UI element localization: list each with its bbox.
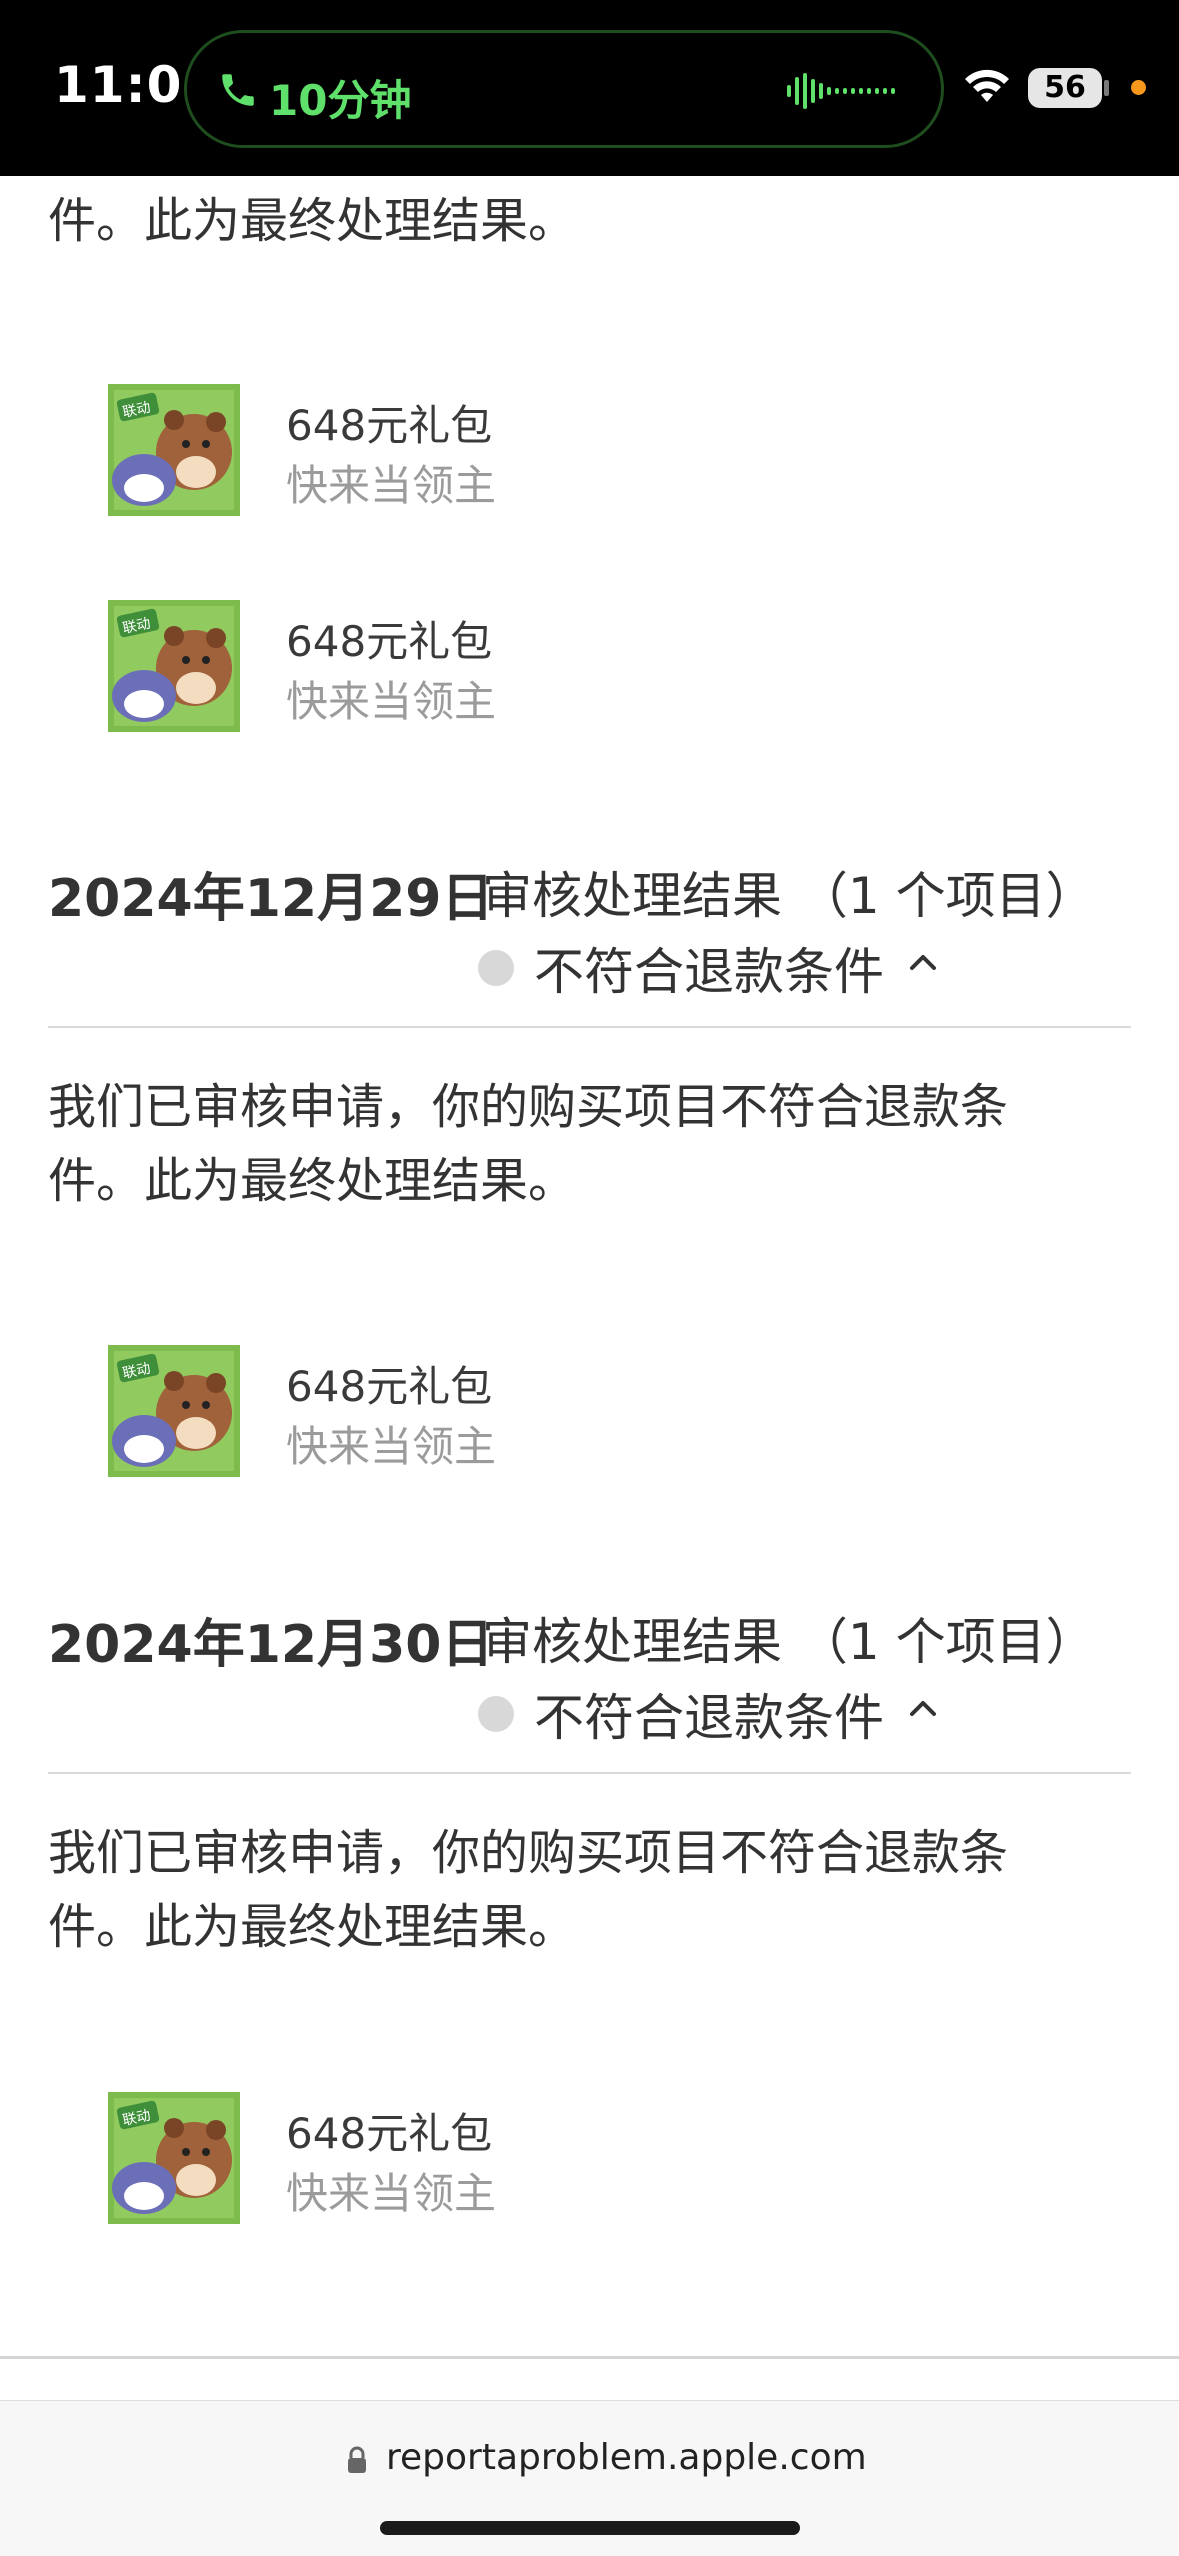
message-text: 我们已审核申请，你的购买项目不符合退款条 件。此为最终处理结果。 [48,1816,1138,1964]
chevron-up-icon [910,1701,936,1716]
message-text: 我们已审核申请，你的购买项目不符合退款条 件。此为最终处理结果。 [48,1070,1138,1218]
page-url[interactable]: reportaproblem.apple.com [386,2437,867,2478]
game-thumbnail: 联动 [108,2092,240,2224]
divider [48,1772,1131,1774]
game-thumbnail: 联动 [108,1345,240,1477]
lock-icon [348,2446,366,2473]
item-developer: 快来当领主 [286,1422,497,1471]
game-thumbnail: 联动 [108,600,240,732]
phone-icon [222,74,254,106]
purchase-item[interactable]: 联动 648元礼包 快来当领主 [108,600,808,732]
refund-status: 不符合退款条件 [534,943,884,1001]
review-result-title: 审核处理结果 （1 个项目） [482,1613,1096,1671]
battery-tip [1104,80,1109,96]
item-developer: 快来当领主 [286,677,497,726]
chevron-up-icon [910,955,936,970]
item-name: 648元礼包 [286,2109,493,2158]
item-name: 648元礼包 [286,401,493,450]
review-result-title: 审核处理结果 （1 个项目） [482,867,1096,925]
wifi-icon [965,69,1009,102]
item-name: 648元礼包 [286,1362,493,1411]
page-end-divider [0,2356,1179,2359]
message-text: 件。此为最终处理结果。 [48,193,577,249]
item-developer: 快来当领主 [286,461,497,510]
game-thumbnail: 联动 [108,384,240,516]
browser-address-bar[interactable]: reportaproblem.apple.com [0,2400,1179,2556]
status-dot [478,950,514,986]
purchase-item[interactable]: 联动 648元礼包 快来当领主 [108,384,808,516]
privacy-indicator-dot [1131,80,1146,95]
divider [48,1026,1131,1028]
status-dot [478,1696,514,1732]
home-indicator[interactable] [380,2521,800,2535]
call-duration: 10分钟 [269,76,412,125]
message-line: 件。此为最终处理结果。 [48,1899,577,1955]
battery-indicator: 56 [1028,68,1102,108]
section-date: 2024年12月30日 [48,1615,494,1675]
purchase-item[interactable]: 联动 648元礼包 快来当领主 [108,2092,808,2224]
section-date: 2024年12月29日 [48,869,494,929]
message-line: 我们已审核申请，你的购买项目不符合退款条 [48,1079,1009,1135]
call-status-pill[interactable]: 10分钟 [184,30,944,148]
audio-waveform-icon [787,73,895,109]
purchase-item[interactable]: 联动 648元礼包 快来当领主 [108,1345,808,1477]
item-developer: 快来当领主 [286,2169,497,2218]
status-bar: 11:01 10分钟 56 [0,0,1179,176]
message-line: 我们已审核申请，你的购买项目不符合退款条 [48,1825,1009,1881]
item-name: 648元礼包 [286,617,493,666]
refund-status: 不符合退款条件 [534,1689,884,1747]
message-line: 件。此为最终处理结果。 [48,1153,577,1209]
